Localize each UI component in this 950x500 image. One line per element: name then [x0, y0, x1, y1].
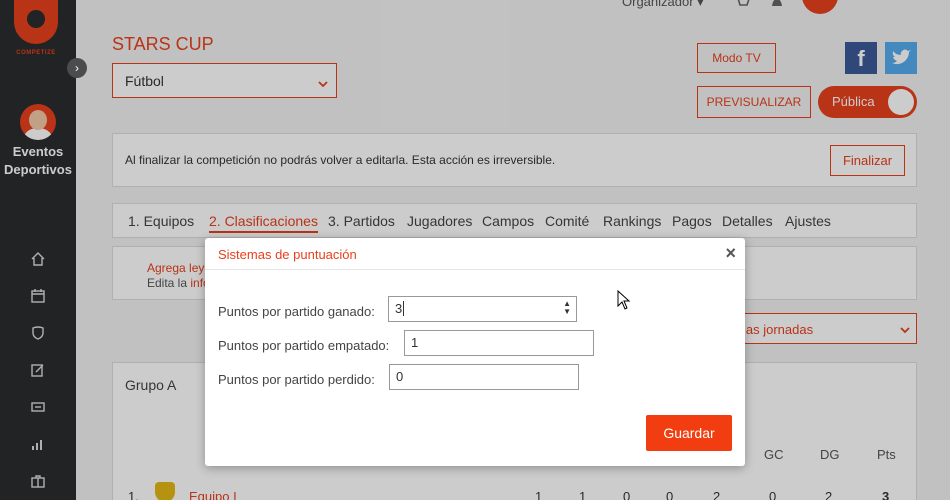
points-lost-label: Puntos por partido perdido: — [218, 372, 375, 387]
scoring-system-modal: Sistemas de puntuación × Puntos por part… — [205, 238, 745, 466]
points-won-input[interactable]: 3 ▲ ▼ — [388, 296, 577, 322]
stepper-icon[interactable]: ▲ ▼ — [563, 300, 571, 316]
modal-header: Sistemas de puntuación × — [205, 238, 745, 270]
points-draw-label: Puntos por partido empatado: — [218, 338, 390, 353]
close-icon[interactable]: × — [725, 243, 736, 264]
modal-title: Sistemas de puntuación — [218, 247, 357, 262]
save-button[interactable]: Guardar — [646, 415, 732, 451]
sidebar-collapse-button[interactable]: › — [67, 58, 87, 78]
points-lost-input[interactable]: 0 — [389, 364, 579, 390]
points-won-label: Puntos por partido ganado: — [218, 304, 375, 319]
points-draw-input[interactable]: 1 — [404, 330, 594, 356]
mouse-cursor-icon — [617, 289, 631, 315]
